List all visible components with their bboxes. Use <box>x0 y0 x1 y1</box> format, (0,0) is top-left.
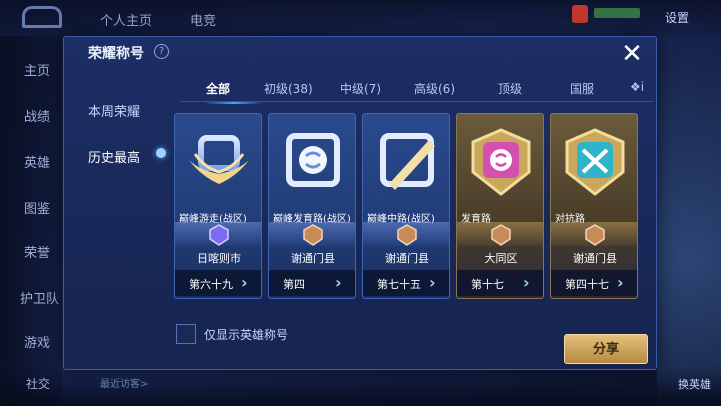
title-card-list: 巅峰游走(战区) 日喀则市 第六十九 › 巅峰发育路(战区) 谢通门县 第四 › <box>174 113 654 299</box>
rank-text: 第四十七 <box>565 278 609 291</box>
tab-advanced[interactable]: 高级(6) <box>414 80 455 97</box>
nav-heroes[interactable]: 英雄 <box>24 152 50 171</box>
title-card[interactable]: 巅峰发育路(战区) 谢通门县 第四 › <box>268 113 356 299</box>
card-region: 谢通门县 <box>573 252 617 265</box>
card-rank[interactable]: 第十七 › <box>457 270 543 296</box>
panel-title: 荣耀称号 <box>88 46 144 62</box>
nav-game[interactable]: 游戏 <box>24 332 50 351</box>
title-card[interactable]: 巅峰游走(战区) 日喀则市 第六十九 › <box>174 113 262 299</box>
rank-text: 第七十五 <box>377 278 421 291</box>
checkbox-label: 仅显示英雄称号 <box>204 328 289 342</box>
rank-badge-icon <box>491 224 511 246</box>
sidebar-item-weekly[interactable]: 本周荣耀 <box>88 101 140 120</box>
recent-visitors-link[interactable]: 最近访客> <box>100 375 148 390</box>
nav-social[interactable]: 社交 <box>26 375 50 392</box>
card-region: 日喀则市 <box>197 252 241 265</box>
sidebar: 本周荣耀 历史最高 <box>64 85 164 205</box>
pink-s-emblem-icon <box>471 128 531 196</box>
settings-button[interactable]: 设置 <box>665 9 689 26</box>
nav-guard[interactable]: 护卫队 <box>20 288 59 307</box>
card-region: 大同区 <box>484 252 518 265</box>
sidebar-item-history-best[interactable]: 历史最高 <box>88 147 140 166</box>
winged-shield-icon <box>189 135 249 184</box>
card-rank[interactable]: 第四 › <box>269 270 355 296</box>
rank-text: 第六十九 <box>189 278 233 291</box>
chevron-right-icon: › <box>523 273 530 292</box>
bg-tab-profile[interactable]: 个人主页 <box>100 10 152 29</box>
card-rank[interactable]: 第六十九 › <box>175 270 261 296</box>
honor-title-panel: 荣耀称号 ? ✕ 本周荣耀 历史最高 全部 初级(38) 中级(7) 高级(6)… <box>63 36 657 370</box>
nav-honor[interactable]: 荣誉 <box>24 242 50 261</box>
rank-text: 第十七 <box>471 278 504 291</box>
nav-record[interactable]: 战绩 <box>24 106 50 125</box>
tab-beginner[interactable]: 初级(38) <box>264 80 313 97</box>
card-rank[interactable]: 第七十五 › <box>363 270 449 296</box>
bg-tab-esports[interactable]: 电竞 <box>190 10 216 29</box>
close-button[interactable]: ✕ <box>618 41 646 69</box>
tab-intermediate[interactable]: 中级(7) <box>340 80 381 97</box>
title-card[interactable]: 巅峰中路(战区) 谢通门县 第七十五 › <box>362 113 450 299</box>
tab-bar: 全部 初级(38) 中级(7) 高级(6) 顶级 国服 ❖i <box>180 77 654 104</box>
card-region: 谢通门县 <box>385 252 429 265</box>
chevron-right-icon: › <box>617 273 624 292</box>
tab-all[interactable]: 全部 <box>204 80 264 104</box>
card-region: 谢通门县 <box>291 252 335 265</box>
active-indicator <box>156 148 166 158</box>
chevron-right-icon: › <box>429 273 436 292</box>
game-logo <box>22 6 62 28</box>
title-card[interactable]: 发育路 大同区 第十七 › <box>456 113 544 299</box>
card-rank[interactable]: 第四十七 › <box>551 270 637 296</box>
nav-catalog[interactable]: 图鉴 <box>24 198 50 217</box>
tab-more[interactable]: ❖i <box>630 80 644 94</box>
switch-hero-button[interactable]: 换英雄 <box>678 376 711 392</box>
rank-badge-icon <box>585 224 605 246</box>
rank-badge-icon <box>397 224 417 246</box>
chevron-right-icon: › <box>335 273 342 292</box>
title-card[interactable]: 对抗路 谢通门县 第四十七 › <box>550 113 638 299</box>
notification-icon[interactable] <box>572 5 588 23</box>
tab-top[interactable]: 顶级 <box>498 80 522 97</box>
s-emblem-icon <box>286 133 340 187</box>
share-button[interactable]: 分享 <box>564 334 648 364</box>
help-icon[interactable]: ? <box>154 44 169 59</box>
rank-badge-icon <box>303 224 323 246</box>
diagonal-blade-icon <box>380 133 435 190</box>
right-scene <box>657 36 721 406</box>
nav-home[interactable]: 主页 <box>24 60 50 79</box>
rank-badge-icon <box>209 224 229 246</box>
hero-title-only-checkbox[interactable] <box>176 324 196 344</box>
tab-national[interactable]: 国服 <box>570 80 594 97</box>
crossed-swords-icon <box>565 128 625 196</box>
rank-text: 第四 <box>283 278 305 291</box>
tab-divider <box>180 101 654 102</box>
status-bar <box>594 8 640 18</box>
chevron-right-icon: › <box>241 273 248 292</box>
tab-label: 全部 <box>206 82 231 96</box>
